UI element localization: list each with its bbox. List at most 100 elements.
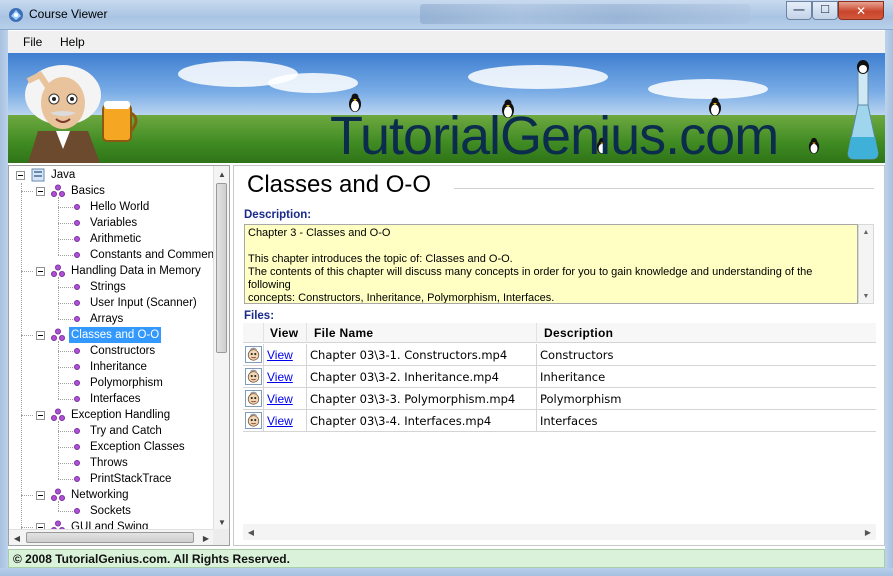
file-row[interactable]: View Chapter 03\3-4. Interfaces.mp4 Interf… — [243, 410, 876, 432]
tree-item-label[interactable]: Arithmetic — [88, 231, 143, 247]
file-row[interactable]: View Chapter 03\3-3. Polymorphism.mp4 Poly… — [243, 388, 876, 410]
tree-item[interactable]: Hello World — [9, 199, 214, 215]
tree-group[interactable]: Handling Data in Memory — [9, 263, 214, 279]
tree-item[interactable]: Throws — [9, 455, 214, 471]
tree-item-label[interactable]: Exception Classes — [88, 439, 187, 455]
view-link[interactable]: View — [267, 414, 293, 428]
tree-item[interactable]: Arrays — [9, 311, 214, 327]
tree-group[interactable]: Exception Handling — [9, 407, 214, 423]
title-bar[interactable]: Course Viewer — ☐ ✕ — [0, 0, 893, 30]
tree-item-label[interactable]: Strings — [88, 279, 128, 295]
tree-group[interactable]: Basics — [9, 183, 214, 199]
window-frame-right — [885, 30, 893, 570]
collapse-icon[interactable] — [36, 267, 45, 276]
tree-item-label[interactable]: Constructors — [88, 343, 157, 359]
tree-item[interactable]: Try and Catch — [9, 423, 214, 439]
tree-item-label[interactable]: Throws — [88, 455, 130, 471]
leaf-dot-icon — [74, 364, 80, 370]
tree-item-label[interactable]: Constants and Comments — [88, 247, 214, 263]
tree-item[interactable]: Polymorphism — [9, 375, 214, 391]
tree-item[interactable]: Variables — [9, 215, 214, 231]
tree-connector — [21, 495, 33, 496]
description-scrollbar[interactable]: ▲ ▼ — [858, 224, 874, 304]
scroll-up-icon[interactable]: ▲ — [214, 166, 229, 182]
cell-separator — [263, 344, 264, 366]
tree-item[interactable]: Strings — [9, 279, 214, 295]
menu-file[interactable]: File — [23, 35, 42, 49]
tree-item-label[interactable]: PrintStackTrace — [88, 471, 173, 487]
view-link[interactable]: View — [267, 370, 293, 384]
column-header-view[interactable]: View — [270, 326, 298, 340]
copyright-text: © 2008 TutorialGenius.com. All Rights Re… — [13, 552, 290, 566]
scroll-up-icon[interactable]: ▲ — [859, 225, 873, 239]
tree-item-label[interactable]: Variables — [88, 215, 139, 231]
tree-group[interactable]: Classes and O-O — [9, 327, 214, 343]
cell-separator — [536, 344, 537, 366]
maximize-button[interactable]: ☐ — [812, 1, 838, 20]
column-header-description[interactable]: Description — [544, 326, 613, 340]
description-box[interactable]: Chapter 3 - Classes and O-O This chapter … — [244, 224, 858, 304]
tree-item[interactable]: Constructors — [9, 343, 214, 359]
tree-connector — [58, 239, 73, 240]
tree-group-label[interactable]: Classes and O-O — [69, 327, 162, 343]
tree-item[interactable]: PrintStackTrace — [9, 471, 214, 487]
file-row[interactable]: View Chapter 03\3-2. Inheritance.mp4 Inher… — [243, 366, 876, 388]
penguin-icon — [808, 137, 820, 154]
tree-horizontal-scrollbar[interactable]: ◀ ▶ — [9, 529, 214, 545]
tree-item[interactable]: Interfaces — [9, 391, 214, 407]
tree-group-label[interactable]: Basics — [69, 183, 107, 199]
tree-item[interactable]: User Input (Scanner) — [9, 295, 214, 311]
scroll-right-icon[interactable]: ▶ — [860, 524, 876, 540]
tree-item-label[interactable]: Inheritance — [88, 359, 149, 375]
file-row[interactable]: View Chapter 03\3-1. Constructors.mp4 Cons… — [243, 344, 876, 366]
column-header-file-name[interactable]: File Name — [314, 326, 373, 340]
view-link[interactable]: View — [267, 392, 293, 406]
view-link[interactable]: View — [267, 348, 293, 362]
tree-vertical-scrollbar[interactable]: ▲ ▼ — [213, 166, 229, 530]
tree-item-label[interactable]: Interfaces — [88, 391, 143, 407]
tree-item[interactable]: Exception Classes — [9, 439, 214, 455]
tree-group-label[interactable]: Handling Data in Memory — [69, 263, 203, 279]
tree-item[interactable]: Arithmetic — [9, 231, 214, 247]
scroll-down-icon[interactable]: ▼ — [859, 289, 873, 303]
menu-help[interactable]: Help — [60, 35, 85, 49]
collapse-icon[interactable] — [36, 491, 45, 500]
tree-item[interactable]: Sockets — [9, 503, 214, 519]
tree-item-label[interactable]: Hello World — [88, 199, 151, 215]
scroll-down-icon[interactable]: ▼ — [214, 514, 229, 530]
close-button[interactable]: ✕ — [838, 1, 884, 20]
tree-item-label[interactable]: User Input (Scanner) — [88, 295, 199, 311]
tree-group[interactable]: Networking — [9, 487, 214, 503]
tree-connector — [58, 223, 73, 224]
scroll-left-icon[interactable]: ◀ — [9, 530, 25, 545]
tree-connector — [58, 501, 59, 511]
collapse-icon[interactable] — [36, 187, 45, 196]
scroll-right-icon[interactable]: ▶ — [198, 530, 214, 545]
leaf-dot-icon — [74, 252, 80, 258]
tree-item-label[interactable]: Sockets — [88, 503, 133, 519]
tree-root-label[interactable]: Java — [49, 167, 77, 183]
tree-connector — [58, 479, 73, 480]
minimize-button[interactable]: — — [786, 1, 812, 20]
scroll-thumb[interactable] — [216, 183, 227, 353]
collapse-icon[interactable] — [36, 411, 45, 420]
cell-separator — [306, 366, 307, 388]
tree-group-label[interactable]: Networking — [69, 487, 131, 503]
tree-connector — [21, 183, 22, 530]
collapse-icon[interactable] — [36, 331, 45, 340]
scroll-thumb[interactable] — [26, 532, 194, 543]
tree-root[interactable]: Java — [9, 167, 214, 183]
column-separator — [263, 323, 264, 343]
tree-item-label[interactable]: Polymorphism — [88, 375, 165, 391]
scroll-left-icon[interactable]: ◀ — [243, 524, 259, 540]
tree-group-label[interactable]: Exception Handling — [69, 407, 172, 423]
description-cell: Inheritance — [540, 370, 606, 384]
tree-item-label[interactable]: Try and Catch — [88, 423, 164, 439]
tree-item[interactable]: Constants and Comments — [9, 247, 214, 263]
collapse-icon[interactable] — [16, 171, 25, 180]
close-icon: ✕ — [855, 3, 867, 18]
tree-item-label[interactable]: Arrays — [88, 311, 125, 327]
course-tree[interactable]: Java Basics Hello World Variables Arithmetic… — [8, 165, 230, 546]
tree-item[interactable]: Inheritance — [9, 359, 214, 375]
content-horizontal-scrollbar[interactable]: ◀ ▶ — [243, 524, 876, 540]
